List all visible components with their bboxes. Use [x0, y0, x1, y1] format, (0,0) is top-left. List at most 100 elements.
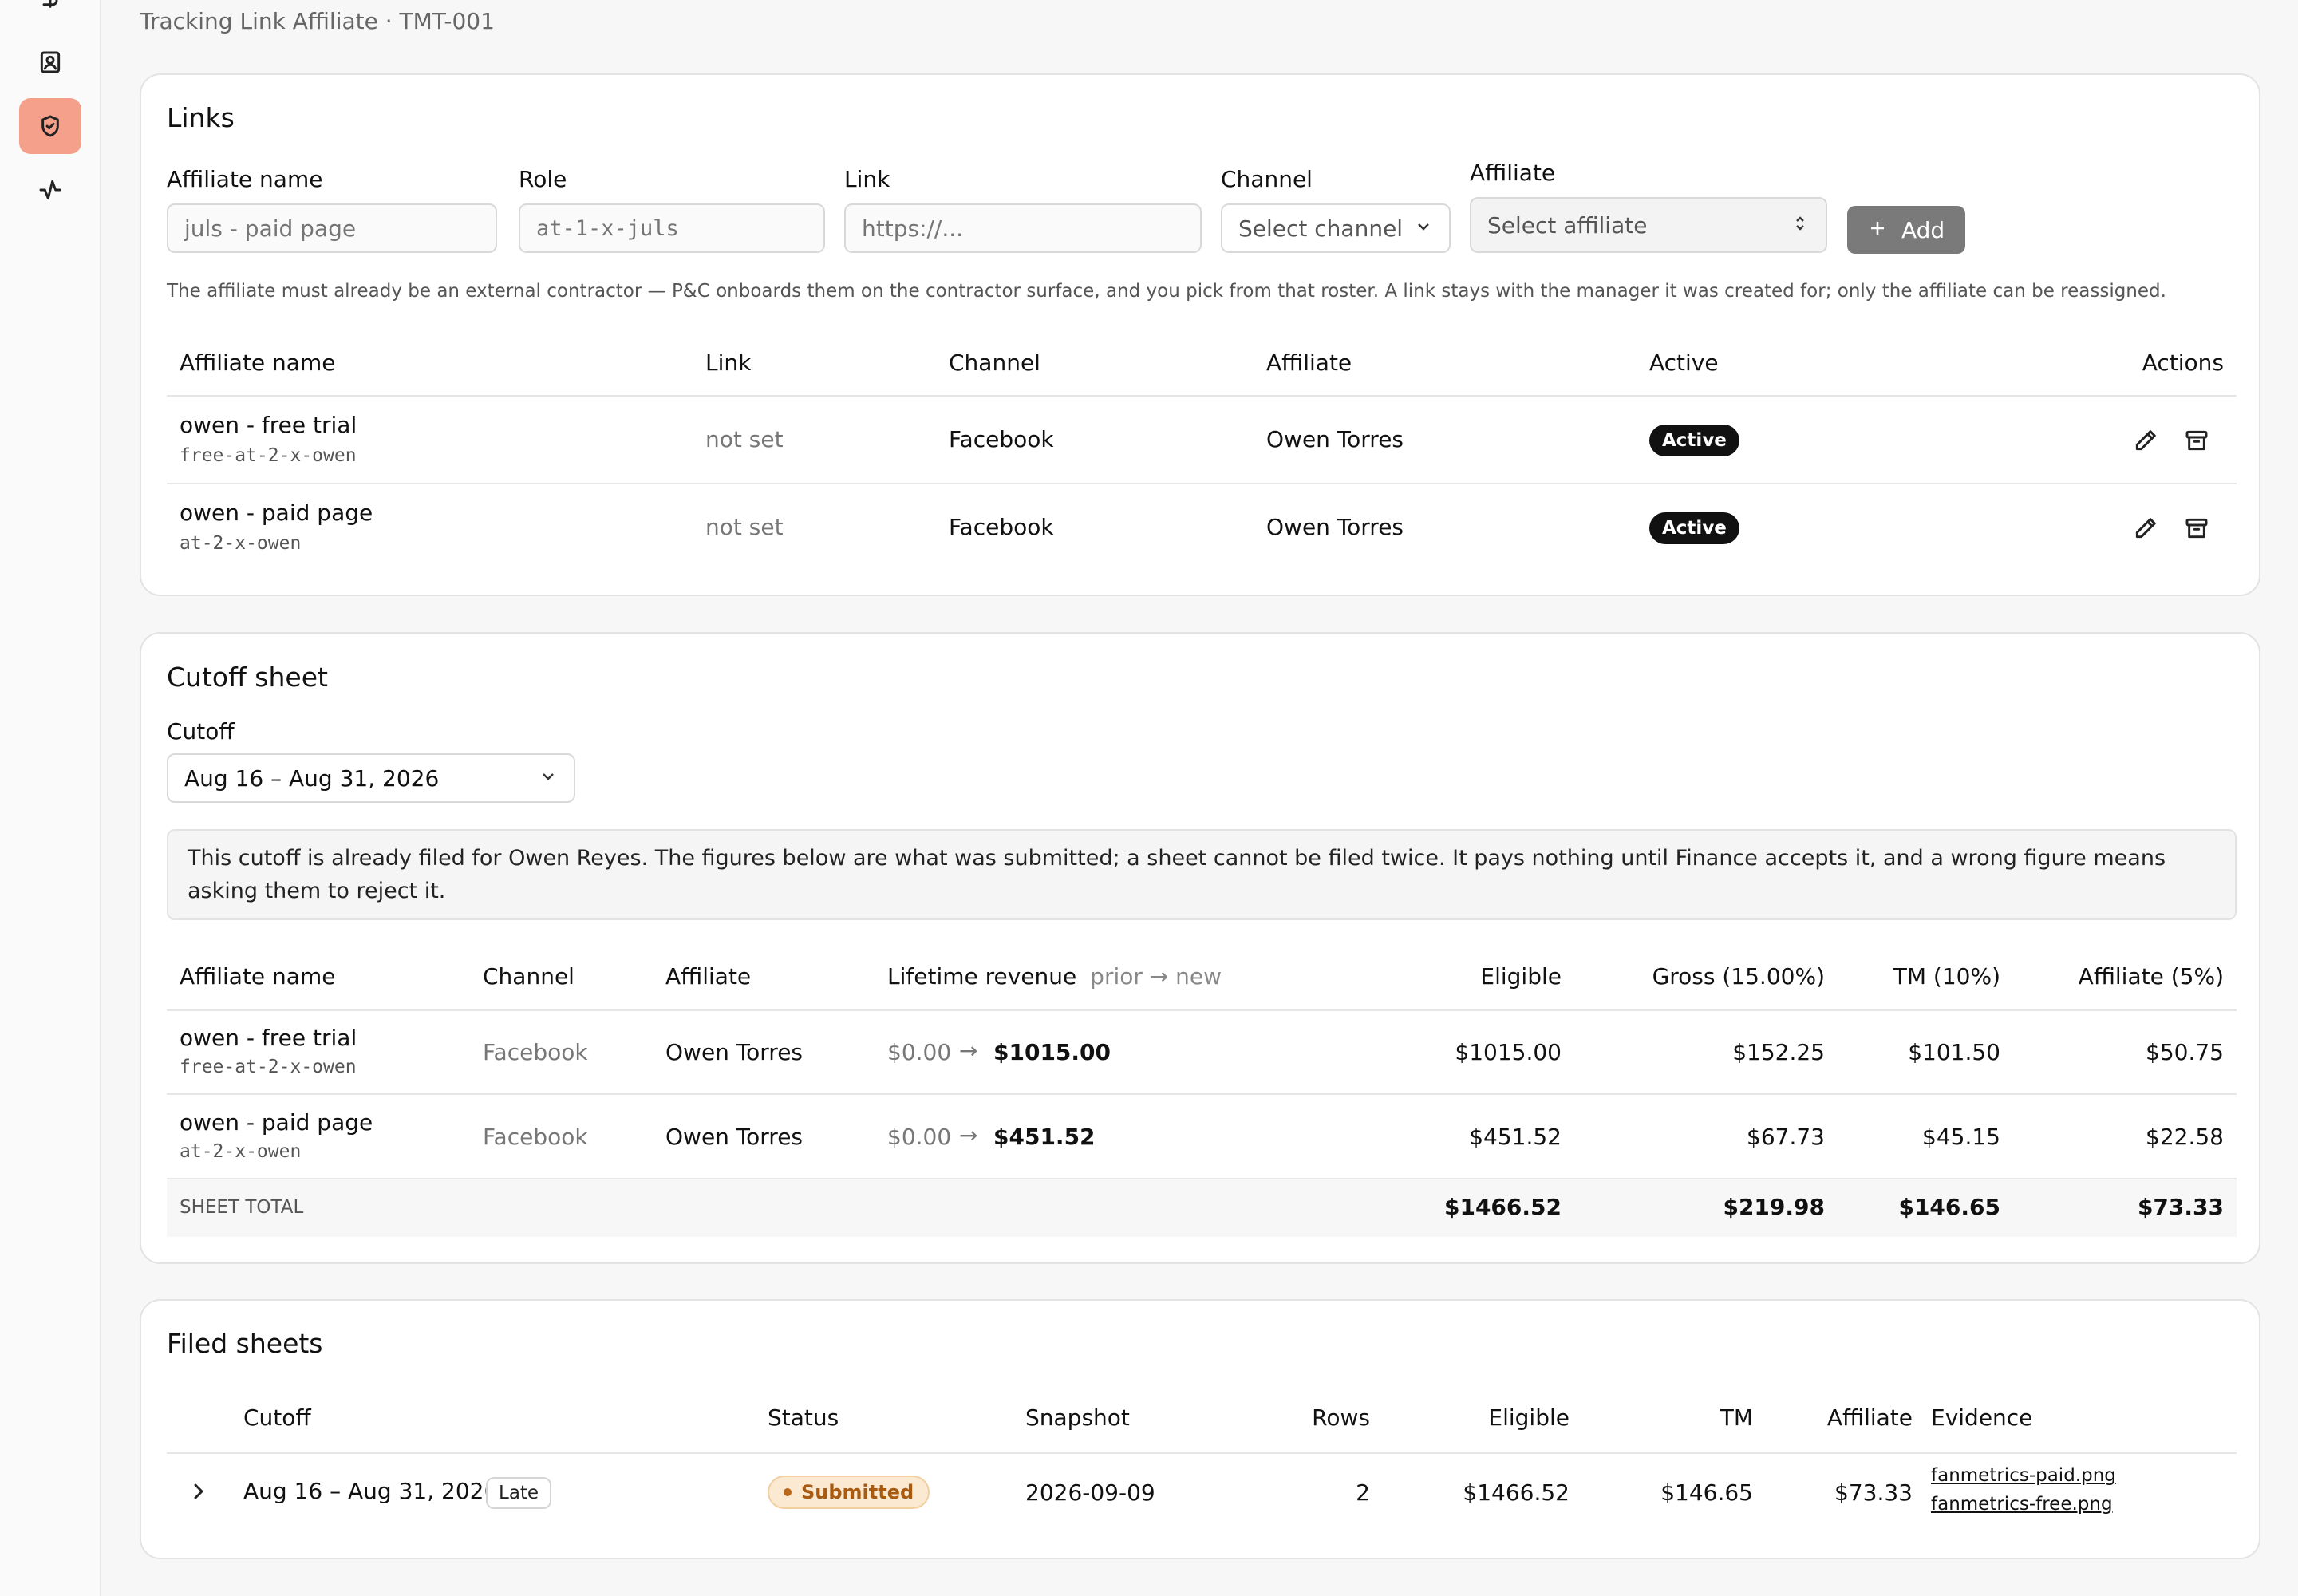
expand-chevron-icon[interactable]: [183, 1476, 215, 1507]
cutoff-row-new: $1015.00: [993, 1039, 1111, 1065]
status-badge: Active: [1649, 425, 1739, 456]
status-dot: [784, 1488, 792, 1496]
link-row-affiliate: Owen Torres: [1266, 426, 1404, 452]
filed-row-eligible: $1466.52: [1463, 1479, 1570, 1506]
affiliate-select-value: Select affiliate: [1487, 211, 1648, 239]
sheet-total-label: SHEET TOTAL: [180, 1197, 304, 1218]
archive-icon[interactable]: [2181, 512, 2213, 544]
archive-icon[interactable]: [2181, 425, 2213, 456]
total-tm: $146.65: [1898, 1194, 2000, 1220]
arrow-right-icon: →: [959, 1122, 978, 1148]
link-label: Link: [844, 166, 890, 192]
late-badge: Late: [486, 1477, 552, 1509]
divider: [167, 483, 2237, 484]
filed-th-rows: Rows: [1312, 1404, 1370, 1431]
links-note: The affiliate must already be an externa…: [167, 281, 2166, 302]
add-button[interactable]: Add: [1847, 206, 1966, 254]
filed-th-eligible: Eligible: [1488, 1404, 1570, 1431]
filed-th-status: Status: [768, 1404, 839, 1431]
edit-icon[interactable]: [2130, 512, 2162, 544]
cutoff-row-eligible: $1015.00: [1455, 1039, 1562, 1065]
cutoff-row-channel: Facebook: [483, 1039, 588, 1065]
link-row-slug: at-2-x-owen: [180, 533, 302, 554]
evidence-link[interactable]: fanmetrics-paid.png: [1931, 1465, 2116, 1486]
filed-th-snapshot: Snapshot: [1025, 1404, 1130, 1431]
cutoff-row-channel: Facebook: [483, 1124, 588, 1150]
filed-row-rows: 2: [1356, 1479, 1370, 1506]
link-input[interactable]: [844, 203, 1202, 253]
cutoff-th-affiliate: Affiliate: [665, 963, 752, 990]
chevron-updown-icon: [1791, 212, 1810, 239]
edit-icon[interactable]: [2130, 425, 2162, 456]
role-field[interactable]: [536, 215, 807, 241]
filed-row-affiliate: $73.33: [1834, 1479, 1913, 1506]
dollar-icon[interactable]: [19, 0, 81, 24]
role-input[interactable]: [519, 203, 825, 253]
cutoff-row-eligible: $451.52: [1469, 1124, 1562, 1150]
affiliate-name-input[interactable]: [167, 203, 497, 253]
links-th-channel: Channel: [949, 350, 1040, 376]
cutoff-label: Cutoff: [167, 718, 235, 745]
cutoff-th-gross: Gross (15.00%): [1652, 963, 1825, 990]
filed-th-affiliate: Affiliate: [1826, 1404, 1913, 1431]
filed-row-snapshot: 2026-09-09: [1025, 1479, 1155, 1506]
cutoff-th-tm: TM (10%): [1893, 963, 2000, 990]
add-button-label: Add: [1901, 216, 1945, 243]
affiliate-name-label: Affiliate name: [167, 166, 323, 192]
shield-icon[interactable]: [19, 98, 81, 154]
chevron-down-icon: [539, 765, 558, 792]
divider: [167, 395, 2237, 397]
filed-th-cutoff: Cutoff: [243, 1404, 311, 1431]
affiliate-name-field[interactable]: [184, 215, 480, 242]
cutoff-card: Cutoff sheet Cutoff Aug 16 – Aug 31, 202…: [140, 632, 2260, 1264]
cutoff-select[interactable]: Aug 16 – Aug 31, 2026: [167, 753, 575, 803]
filed-th-tm: TM: [1720, 1404, 1753, 1431]
activity-icon[interactable]: [19, 162, 81, 218]
cutoff-th-name: Affiliate name: [180, 963, 336, 990]
cutoff-row-name: owen - paid page: [180, 1109, 373, 1136]
role-label: Role: [519, 166, 567, 192]
cutoff-th-affiliate-share: Affiliate (5%): [2078, 963, 2224, 990]
cutoff-title: Cutoff sheet: [167, 662, 328, 693]
breadcrumb: Tracking Link Affiliate · TMT-001: [140, 8, 495, 34]
channel-select[interactable]: Select channel: [1221, 203, 1451, 253]
link-row-channel: Facebook: [949, 426, 1054, 452]
links-th-link: Link: [705, 350, 752, 376]
channel-select-value: Select channel: [1238, 215, 1404, 242]
cutoff-row-affiliate-share: $50.75: [2146, 1039, 2224, 1065]
links-title: Links: [167, 102, 235, 133]
cutoff-row-slug: free-at-2-x-owen: [180, 1057, 357, 1077]
lifetime-label: Lifetime revenue: [887, 963, 1077, 990]
cutoff-th-lifetime: Lifetime revenue prior → new: [887, 963, 1222, 990]
link-row-channel: Facebook: [949, 514, 1054, 540]
cutoff-row-slug: at-2-x-owen: [180, 1141, 302, 1162]
divider: [167, 1009, 2237, 1011]
divider: [167, 1093, 2237, 1095]
lifetime-hint: prior → new: [1090, 963, 1222, 990]
cutoff-row-tm: $101.50: [1908, 1039, 2000, 1065]
cutoff-row-gross: $152.25: [1732, 1039, 1825, 1065]
cutoff-row-prior: $0.00: [887, 1124, 952, 1150]
links-th-active: Active: [1649, 350, 1719, 376]
links-card: Links Affiliate name Role Link Channel S…: [140, 73, 2260, 596]
plus-icon: [1868, 217, 1887, 243]
total-affiliate-share: $73.33: [2137, 1194, 2224, 1220]
link-field[interactable]: [862, 215, 1184, 242]
evidence-link[interactable]: fanmetrics-free.png: [1931, 1494, 2113, 1515]
link-row-slug: free-at-2-x-owen: [180, 445, 357, 466]
submitted-badge: Submitted: [768, 1476, 930, 1509]
filed-sheets-card: Filed sheets Cutoff Status Snapshot Rows…: [140, 1299, 2260, 1559]
cutoff-row-affiliate: Owen Torres: [665, 1124, 804, 1150]
filed-title: Filed sheets: [167, 1328, 323, 1359]
filed-row-tm: $146.65: [1660, 1479, 1753, 1506]
divider: [167, 1452, 2237, 1454]
contact-icon[interactable]: [19, 34, 81, 90]
cutoff-th-channel: Channel: [483, 963, 574, 990]
affiliate-select[interactable]: Select affiliate: [1470, 197, 1827, 253]
links-th-affiliate: Affiliate: [1266, 350, 1352, 376]
link-row-affiliate: Owen Torres: [1266, 514, 1404, 540]
cutoff-th-eligible: Eligible: [1480, 963, 1562, 990]
link-row-name: owen - free trial: [180, 412, 357, 438]
cutoff-select-value: Aug 16 – Aug 31, 2026: [184, 764, 440, 792]
left-rail: [0, 0, 101, 1596]
